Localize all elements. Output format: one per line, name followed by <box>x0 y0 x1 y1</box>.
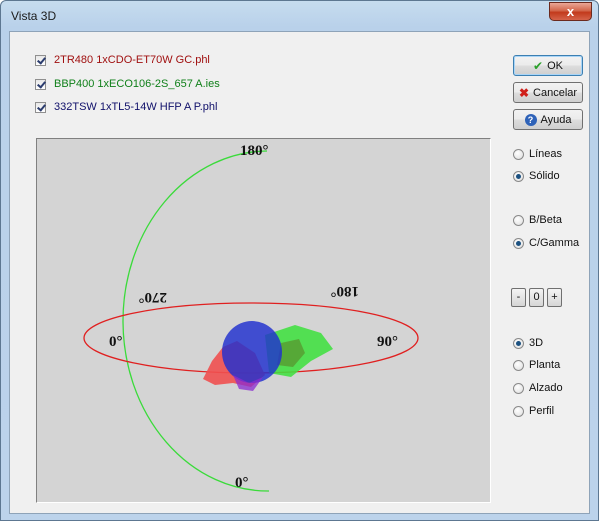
close-button[interactable]: x <box>549 2 592 21</box>
help-label: Ayuda <box>540 113 572 126</box>
radio-b-beta-circle[interactable] <box>513 214 524 226</box>
file-checkbox-3[interactable] <box>35 101 46 113</box>
radio-alzado-circle[interactable] <box>513 382 524 394</box>
label-bottom-0: 0° <box>235 475 249 491</box>
file-item-1[interactable]: 2TR480 1xCDO-ET70W GC.phl <box>35 52 210 68</box>
stepper-value: 0 <box>529 288 544 307</box>
file-checkbox-2[interactable] <box>35 78 46 90</box>
radio-c-gamma-circle[interactable] <box>513 237 524 249</box>
file-name-1: 2TR480 1xCDO-ET70W GC.phl <box>54 54 210 66</box>
file-name-3: 332TSW 1xTL5-14W HFP A P.phl <box>54 101 218 113</box>
radio-3d-circle[interactable] <box>513 337 524 349</box>
radio-c-gamma-label: C/Gamma <box>529 237 580 249</box>
dialog-client-area: 2TR480 1xCDO-ET70W GC.phl BBP400 1xECO10… <box>9 31 590 514</box>
check-icon: ✔ <box>533 58 544 73</box>
cancel-label: Cancelar <box>533 86 578 99</box>
file-item-3[interactable]: 332TSW 1xTL5-14W HFP A P.phl <box>35 99 217 115</box>
radio-lineas-circle[interactable] <box>513 148 524 160</box>
red-x-icon: ✖ <box>518 85 530 100</box>
radio-solido[interactable]: Sólido <box>513 168 560 184</box>
help-icon: ? <box>524 113 537 126</box>
label-left-0: 0° <box>109 334 123 350</box>
label-top-180: 180° <box>240 143 269 159</box>
radio-lineas-label: Líneas <box>529 148 563 160</box>
window-title: Vista 3D <box>11 9 57 23</box>
radio-planta-circle[interactable] <box>513 359 524 371</box>
file-name-2: BBP400 1xECO106-2S_657 A.ies <box>54 78 220 90</box>
decrement-button[interactable]: - <box>511 288 526 307</box>
radio-solido-circle[interactable] <box>513 170 524 182</box>
solid-blue <box>222 321 282 383</box>
radio-perfil[interactable]: Perfil <box>513 403 554 419</box>
plus-icon: + <box>551 291 558 303</box>
radio-lineas[interactable]: Líneas <box>513 146 562 162</box>
cancel-button[interactable]: ✖ Cancelar <box>513 82 583 103</box>
ok-button[interactable]: ✔ OK <box>513 55 583 76</box>
close-icon: x <box>566 4 575 19</box>
vista-3d-window: Vista 3D x 2TR480 1xCDO-ET70W GC.phl BBP… <box>0 0 599 521</box>
3d-viewport[interactable]: 180° 0° 0° 90° 270° 180° <box>36 138 491 503</box>
3d-scene: 180° 0° 0° 90° 270° 180° <box>83 143 419 492</box>
ok-label: OK <box>547 59 563 72</box>
radio-planta[interactable]: Planta <box>513 357 560 373</box>
radio-b-beta-label: B/Beta <box>529 214 563 226</box>
minus-icon: - <box>516 291 521 303</box>
label-right-90: 90° <box>377 334 398 350</box>
radio-c-gamma[interactable]: C/Gamma <box>513 235 579 251</box>
radio-alzado[interactable]: Alzado <box>513 380 563 396</box>
help-button[interactable]: ? Ayuda <box>513 109 583 130</box>
radio-perfil-label: Perfil <box>529 405 555 417</box>
label-back-180: 180° <box>331 283 360 299</box>
vertical-circle <box>122 150 270 492</box>
file-item-2[interactable]: BBP400 1xECO106-2S_657 A.ies <box>35 76 220 92</box>
radio-b-beta[interactable]: B/Beta <box>513 212 562 228</box>
radio-solido-label: Sólido <box>529 170 560 182</box>
radio-3d-label: 3D <box>529 337 544 349</box>
stepper-value-text: 0 <box>533 291 540 303</box>
radio-alzado-label: Alzado <box>529 382 563 394</box>
increment-button[interactable]: + <box>547 288 562 307</box>
radio-planta-label: Planta <box>529 359 561 371</box>
label-back-270: 270° <box>139 289 168 305</box>
title-bar[interactable]: Vista 3D x <box>1 1 598 29</box>
file-checkbox-1[interactable] <box>35 54 46 66</box>
radio-perfil-circle[interactable] <box>513 405 524 417</box>
radio-3d[interactable]: 3D <box>513 335 543 351</box>
